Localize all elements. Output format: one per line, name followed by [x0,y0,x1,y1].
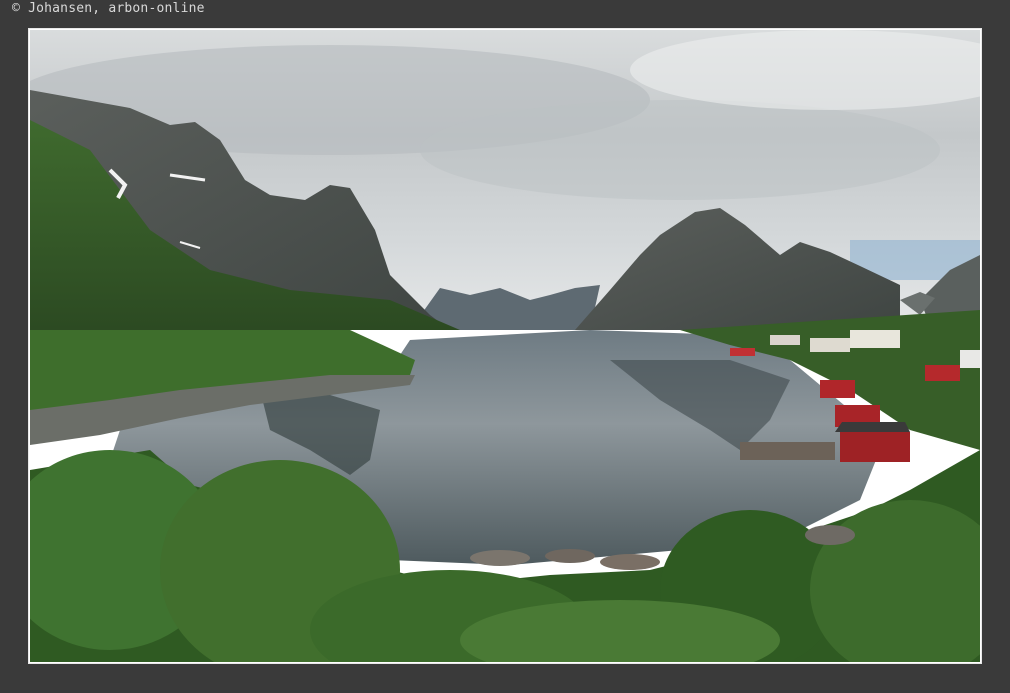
photo-credit: © Johansen, arbon-online [12,1,205,16]
photo-frame [28,28,982,664]
credit-text: Johansen, arbon-online [28,1,205,16]
copyright-symbol: © [12,1,21,16]
landscape-photo [30,30,980,662]
